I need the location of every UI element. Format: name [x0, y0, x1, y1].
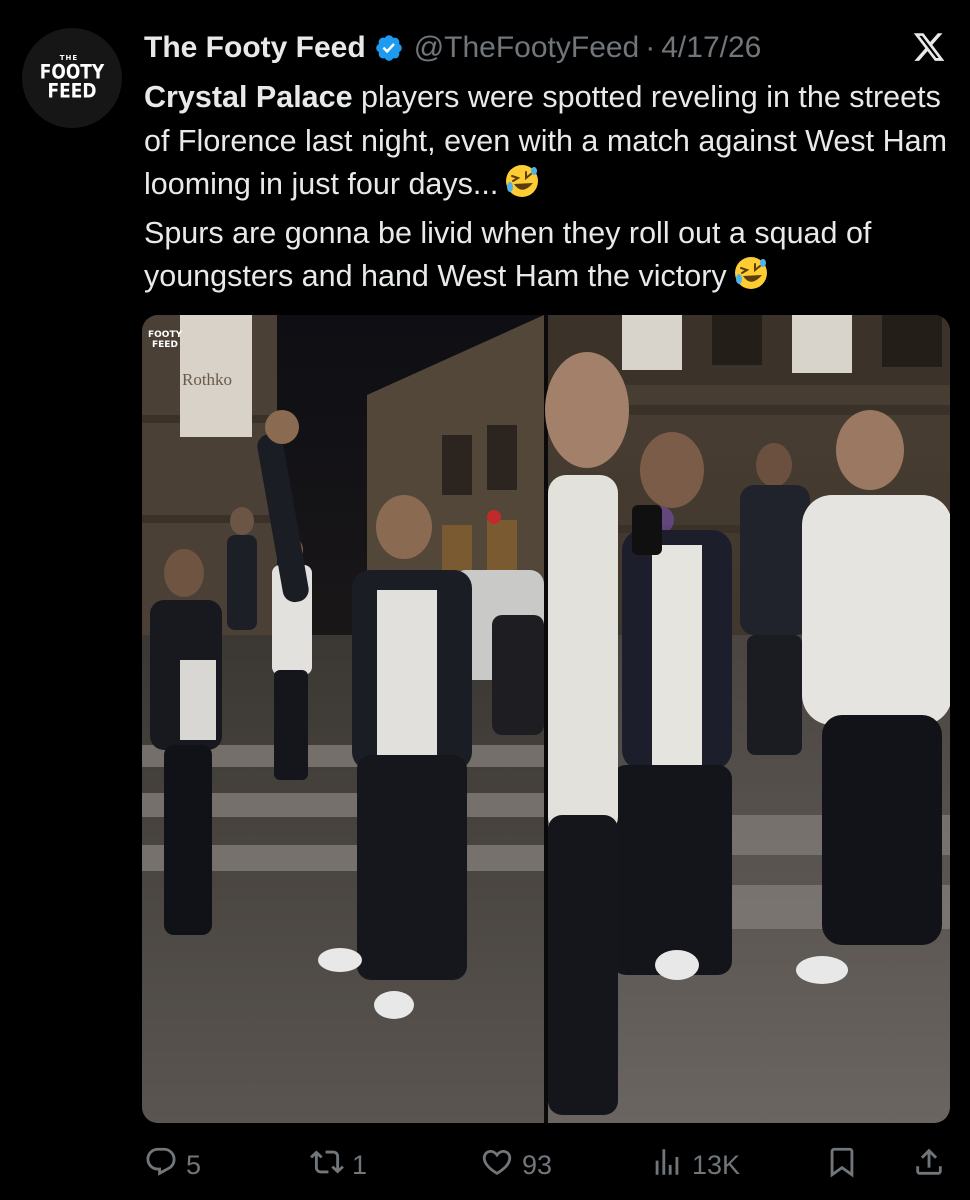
tweet-media[interactable]: Rothko FOOTY FEED — [142, 315, 950, 1123]
watermark-line1: FOOTY — [148, 330, 183, 340]
repost-count: 1 — [352, 1149, 368, 1180]
laughing-emoji-icon-2 — [733, 255, 769, 304]
author-handle[interactable]: @TheFootyFeed — [414, 31, 640, 65]
banner-text: Rothko — [182, 370, 232, 389]
watermark-line2: FEED — [152, 340, 178, 350]
media-left-panel: Rothko FOOTY FEED — [142, 315, 544, 1123]
like-count: 93 — [522, 1149, 553, 1180]
tweet-text-bold: Crystal Palace — [144, 80, 353, 114]
share-icon — [912, 1145, 946, 1186]
bookmark-button[interactable] — [825, 1143, 859, 1187]
author-name[interactable]: The Footy Feed — [144, 31, 366, 65]
views-chart-icon — [650, 1145, 684, 1186]
tweet-date[interactable]: 4/17/26 — [661, 31, 761, 65]
tweet-text: Crystal Palace players were spotted reve… — [144, 76, 956, 304]
avatar[interactable]: THE FOOTY FEED — [22, 28, 122, 128]
avatar-feed-text: FEED — [47, 79, 97, 103]
views-count: 13K — [692, 1149, 741, 1180]
media-right-panel — [545, 315, 950, 1123]
reply-icon — [144, 1145, 178, 1186]
bookmark-icon — [825, 1145, 859, 1186]
like-button[interactable]: 93 — [480, 1143, 552, 1187]
header-separator: · — [645, 31, 656, 64]
laughing-emoji-icon — [504, 163, 540, 212]
action-bar: 5 1 93 13K — [142, 1143, 950, 1187]
tweet-header: The Footy Feed @TheFootyFeed · 4/17/26 — [144, 28, 761, 68]
heart-icon — [480, 1145, 514, 1186]
share-button[interactable] — [912, 1143, 946, 1187]
reply-button[interactable]: 5 — [144, 1143, 201, 1187]
views-button[interactable]: 13K — [650, 1143, 740, 1187]
reply-count: 5 — [186, 1149, 202, 1180]
x-logo-icon[interactable] — [912, 30, 946, 64]
repost-icon — [310, 1145, 344, 1186]
repost-button[interactable]: 1 — [310, 1143, 367, 1187]
verified-badge-icon — [374, 33, 404, 63]
